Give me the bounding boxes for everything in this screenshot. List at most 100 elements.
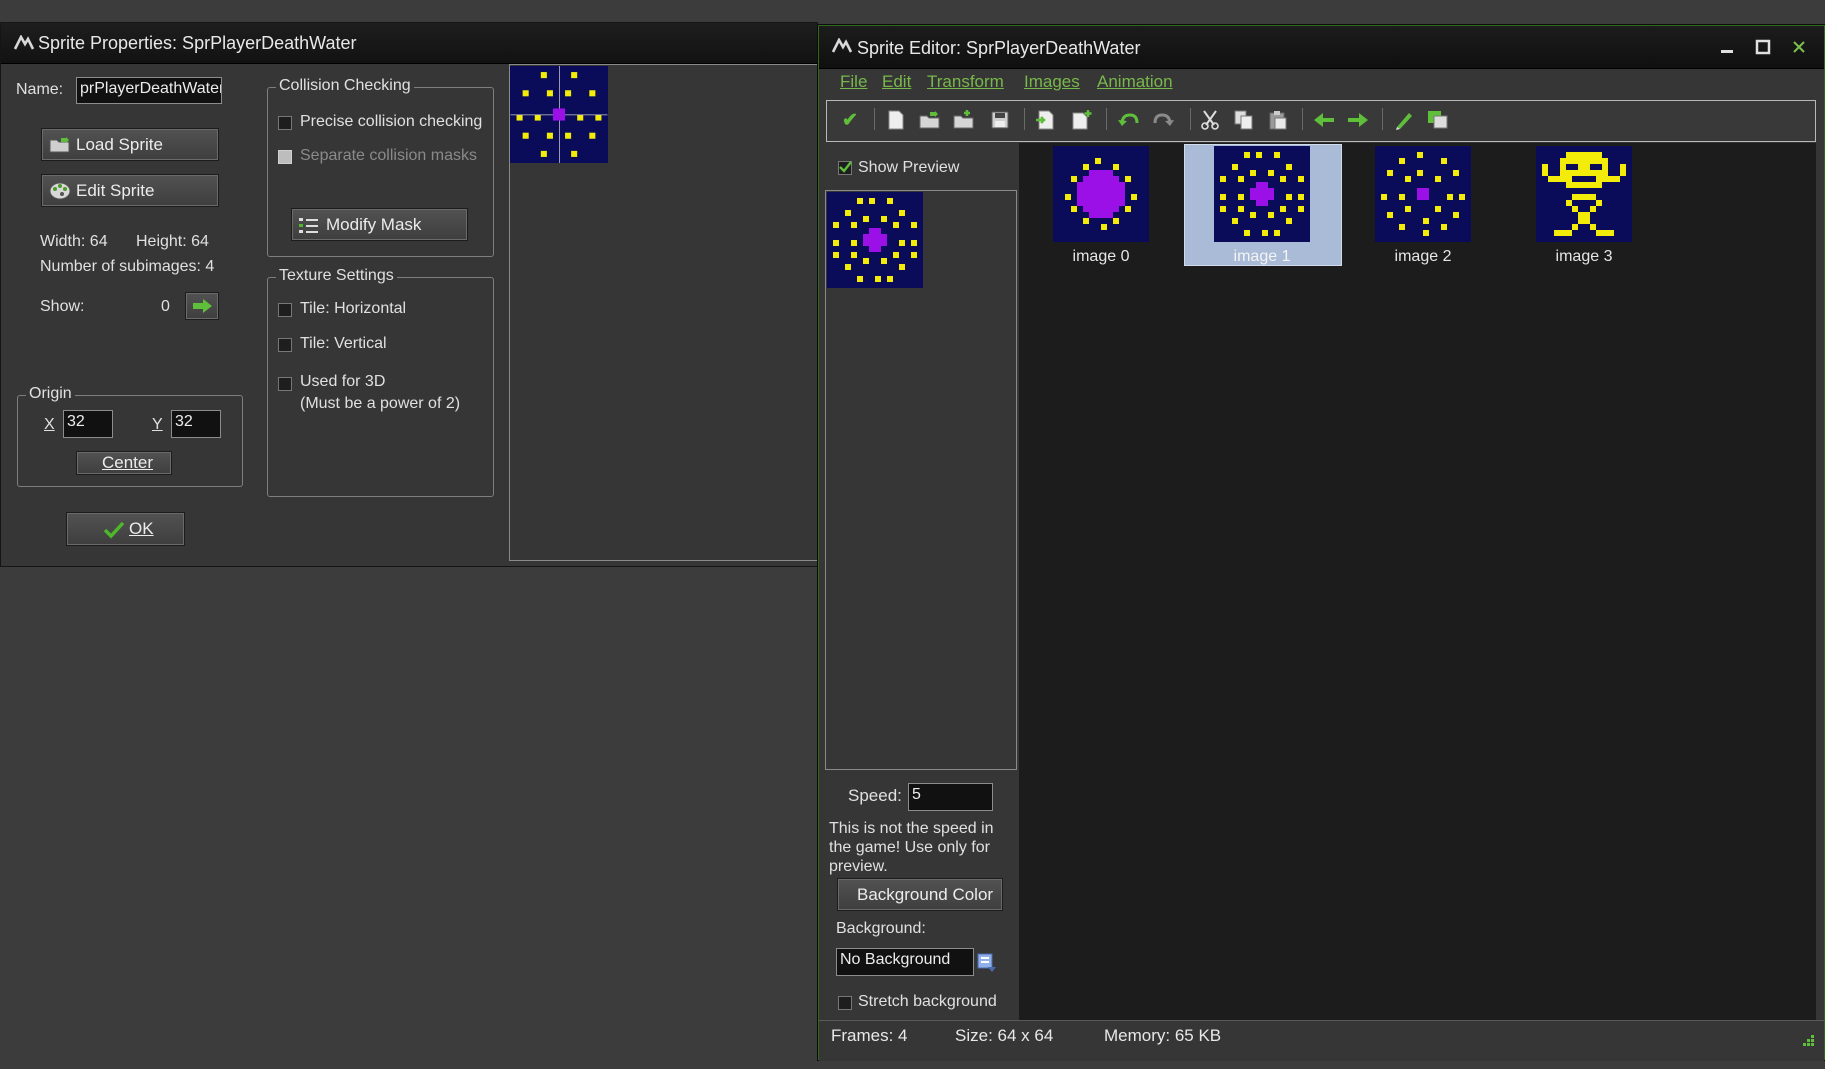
menu-images[interactable]: Images [1024,72,1080,92]
origin-x-label: X [44,416,55,433]
shift-right-icon[interactable] [1344,105,1372,135]
close-button[interactable] [1784,35,1814,59]
origin-x-input[interactable]: 32 [63,410,113,438]
add-from-file-icon[interactable] [950,105,978,135]
modify-mask-label: Modify Mask [326,214,422,234]
background-color-label: Background Color [857,884,994,904]
toolbar-separator [874,108,875,130]
tile-horizontal-checkbox[interactable] [278,303,292,317]
toolbar-separator [1024,108,1025,130]
undo-icon[interactable] [1114,105,1142,135]
show-preview-checkbox[interactable] [838,161,852,175]
paint-icon[interactable] [1424,105,1452,135]
frame-thumbnail-0[interactable] [1053,146,1149,242]
add-empty-image-icon[interactable] [1068,105,1096,135]
properties-titlebar[interactable]: Sprite Properties: SprPlayerDeathWater [1,23,817,64]
ok-button[interactable]: OK [66,512,185,546]
used-for-3d-checkbox[interactable] [278,377,292,391]
height-text: Height: 64 [136,233,209,250]
frame-thumbnail-3[interactable] [1536,146,1632,242]
frame-canvas-2 [1381,152,1465,236]
frames-area [1019,143,1816,1020]
speed-label: Speed: [848,786,902,805]
speed-input[interactable]: 5 [908,783,993,811]
collision-checking-label: Collision Checking [276,77,414,95]
menu-edit[interactable]: Edit [882,72,911,92]
arrow-right-icon [193,299,212,313]
toolbar-separator [1382,108,1383,130]
separate-masks-label: Separate collision masks [300,147,477,164]
paste-icon[interactable] [1264,105,1292,135]
editor-titlebar[interactable]: Sprite Editor: SprPlayerDeathWater [819,26,1824,69]
origin-y-input[interactable]: 32 [171,410,221,438]
frame-canvas-1 [1220,152,1304,236]
show-next-button[interactable] [185,292,219,320]
background-select[interactable]: No Background [836,948,974,976]
copy-icon[interactable] [1230,105,1258,135]
new-sprite-icon[interactable] [882,105,910,135]
redo-icon[interactable] [1150,105,1178,135]
name-input[interactable]: prPlayerDeathWater [76,77,222,104]
texture-settings-label: Texture Settings [276,267,397,285]
show-label: Show: [40,298,85,315]
background-menu-icon [977,953,996,972]
used-for-3d-label: Used for 3D [300,373,386,390]
load-sprite-button[interactable]: Load Sprite [41,128,219,161]
open-folder-icon [49,137,70,153]
maximize-button[interactable] [1748,35,1778,59]
toolbar-separator [1190,108,1191,130]
checkmark-icon [103,521,125,539]
confirm-check-icon[interactable]: ✔ [836,105,864,135]
status-size: Size: 64 x 64 [955,1026,1054,1045]
center-label: Center [102,453,154,472]
modify-mask-button[interactable]: Modify Mask [291,208,468,241]
edit-image-icon[interactable] [1390,105,1418,135]
checkmark-icon [839,161,852,173]
name-label: Name: [16,81,64,98]
edit-sprite-button[interactable]: Edit Sprite [41,174,219,207]
frame-label-3: image 3 [1555,248,1613,265]
show-value: 0 [161,298,170,315]
load-sprite-label: Load Sprite [76,134,163,154]
precise-collision-label: Precise collision checking [300,113,483,130]
frame-thumbnail-2[interactable] [1375,146,1471,242]
toolbar-separator [1106,108,1107,130]
status-frames: Frames: 4 [831,1026,908,1045]
properties-title: Sprite Properties: SprPlayerDeathWater [38,33,357,53]
cut-icon[interactable] [1196,105,1224,135]
close-icon [1793,41,1805,53]
gamemaker-logo-icon [13,35,35,50]
ok-label: OK [129,519,154,538]
menu-transform[interactable]: Transform [927,72,1004,92]
separate-masks-checkbox [278,150,292,164]
menu-animation[interactable]: Animation [1097,72,1173,92]
open-file-icon[interactable] [916,105,944,135]
menu-file[interactable]: File [840,72,867,92]
subimages-text: Number of subimages: 4 [40,258,215,275]
mask-list-icon [299,218,318,233]
precise-collision-checkbox[interactable] [278,116,292,130]
status-memory: Memory: 65 KB [1104,1026,1222,1045]
toolbar-separator [1302,108,1303,130]
origin-label: Origin [26,385,75,403]
shift-left-icon[interactable] [1310,105,1338,135]
sprite-preview-canvas [510,66,608,163]
edit-sprite-label: Edit Sprite [76,180,155,200]
insert-empty-image-icon[interactable] [1032,105,1060,135]
origin-y-label: Y [152,416,163,433]
frame-thumbnail-1[interactable] [1214,146,1310,242]
gamemaker-logo-icon [831,38,853,53]
resize-grip-icon[interactable] [1800,1032,1816,1048]
minimize-button[interactable] [1712,35,1742,59]
center-button[interactable]: Center [76,451,172,475]
save-icon[interactable] [986,105,1014,135]
background-menu-button[interactable] [976,951,998,975]
editor-title: Sprite Editor: SprPlayerDeathWater [857,38,1141,58]
speed-note: This is not the speed in the game! Use o… [829,820,994,875]
stretch-background-checkbox[interactable] [838,996,852,1010]
tile-vertical-checkbox[interactable] [278,338,292,352]
maximize-icon [1755,39,1771,55]
background-color-button[interactable]: Background Color [837,878,1003,911]
power-of-2-note: (Must be a power of 2) [300,395,461,412]
frame-label-1: image 1 [1233,248,1291,265]
